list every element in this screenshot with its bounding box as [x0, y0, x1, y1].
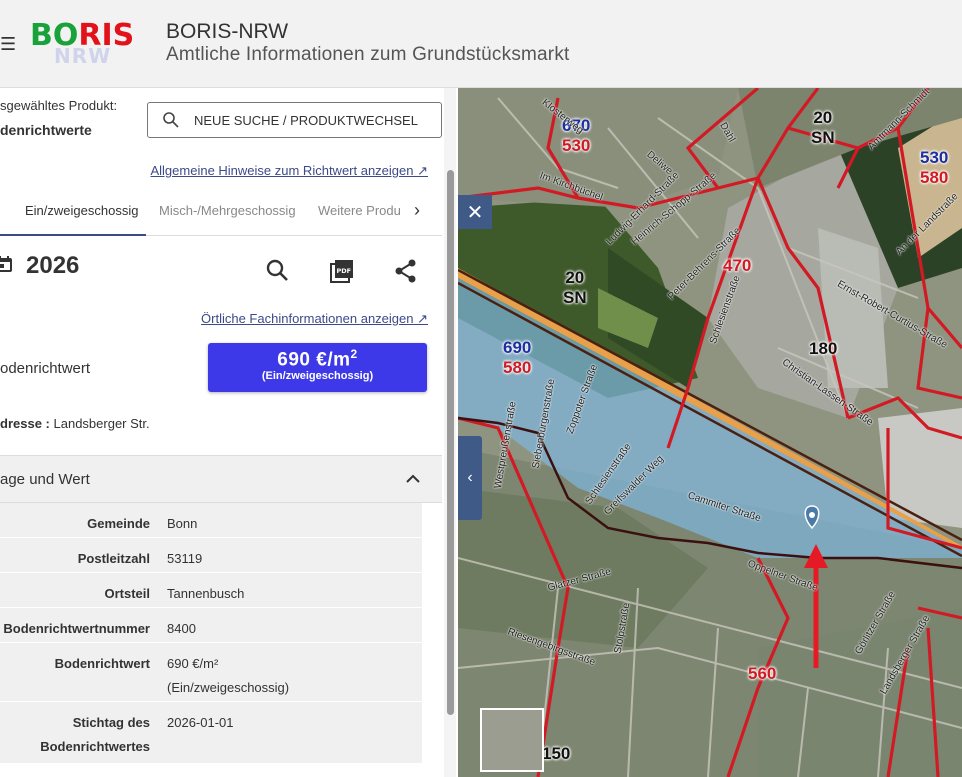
richtwert-sub: (Ein/zweigeschossig)	[261, 370, 374, 383]
close-icon: ✕	[466, 201, 484, 224]
label-single: 180	[809, 339, 838, 358]
map-value-label[interactable]: 690 580	[503, 338, 531, 378]
panel-scrollbar[interactable]	[444, 88, 456, 777]
detail-key: Bodenrichtwert	[54, 656, 150, 671]
map-value-label[interactable]: 20 SN	[811, 108, 835, 148]
address-label: dresse :	[0, 416, 50, 431]
scroll-thumb[interactable]	[447, 170, 454, 715]
section-title: age und Wert	[0, 471, 90, 488]
chevron-left-icon: ‹	[467, 469, 473, 486]
label-single: 470	[723, 256, 752, 275]
map-value-label[interactable]: 530 580	[920, 148, 948, 188]
richtwert-badge: 690 €/m2 (Ein/zweigeschossig)	[208, 343, 427, 392]
label-bottom: SN	[811, 128, 835, 147]
chevron-right-icon[interactable]: ›	[414, 200, 420, 221]
app-header: ☰ BORIS NRW BORIS-NRW Amtliche Informati…	[0, 0, 962, 88]
tab-ein-zweigeschossig[interactable]: Ein/zweigeschossig	[0, 192, 146, 236]
hint-link[interactable]: Allgemeine Hinweise zum Richtwert anzeig…	[150, 163, 428, 179]
tab-bar: Ein/zweigeschossig Misch-/Mehrgeschossig…	[0, 192, 442, 236]
map-view[interactable]: 670 530 20 SN 530 580 20 SN 470 690 580 180 5…	[458, 88, 962, 777]
table-row: Postleitzahl 53119	[0, 538, 422, 573]
detail-value-line1: 690 €/m²	[167, 656, 219, 671]
detail-value: 53119	[167, 551, 203, 566]
product-label: sgewähltes Produkt:	[0, 98, 118, 113]
app-subtitle: Amtliche Informationen zum Grundstücksma…	[166, 44, 570, 65]
detail-value: Bonn	[167, 516, 198, 531]
detail-value: 690 €/m² (Ein/zweigeschossig)	[167, 652, 289, 700]
app-title: BORIS-NRW	[166, 20, 289, 43]
richtwert-label: odenrichtwert	[0, 360, 91, 377]
product-name: denrichtwerte	[0, 122, 92, 138]
details-table: Gemeinde Bonn Postleitzahl 53119 Ortstei…	[0, 503, 422, 764]
label-bottom: 580	[503, 358, 532, 377]
boris-logo[interactable]: BORIS NRW	[30, 18, 150, 68]
tab-weitere-produkte[interactable]: Weitere Produ	[318, 192, 401, 236]
minimap-layer-toggle[interactable]	[480, 708, 544, 772]
share-icon[interactable]	[393, 258, 419, 284]
label-top: 530	[920, 148, 949, 167]
table-row: Bodenrichtwertnummer 8400	[0, 608, 422, 643]
detail-key: Bodenrichtwertnummer	[3, 621, 150, 636]
logo-sub: NRW	[54, 44, 112, 68]
chevron-up-icon[interactable]	[404, 470, 422, 488]
section-header-lage-wert[interactable]: age und Wert	[0, 455, 442, 503]
new-search-label: NEUE SUCHE / PRODUKTWECHSEL	[194, 112, 418, 128]
table-row: Bodenrichtwert 690 €/m² (Ein/zweigeschoss…	[0, 643, 422, 702]
label-top: 690	[503, 338, 532, 357]
new-search-button[interactable]: NEUE SUCHE / PRODUKTWECHSEL	[147, 102, 442, 138]
map-value-label[interactable]: 470	[723, 256, 751, 276]
map-value-label[interactable]: 180	[809, 339, 837, 359]
detail-key: Stichtag des Bodenrichtwertes	[0, 711, 150, 759]
info-panel: sgewähltes Produkt: denrichtwerte NEUE S…	[0, 88, 458, 777]
label-single: 560	[748, 664, 777, 683]
label-bottom: 530	[562, 136, 591, 155]
calendar-icon[interactable]	[0, 254, 14, 274]
table-row: Stichtag des Bodenrichtwertes 2026-01-01	[0, 702, 422, 764]
pdf-icon[interactable]: PDF	[329, 258, 355, 284]
richtwert-value-text: 690 €/m	[277, 349, 351, 371]
detail-key: Gemeinde	[87, 516, 150, 531]
svg-text:PDF: PDF	[337, 267, 352, 275]
detail-value: 2026-01-01	[167, 715, 234, 730]
detail-key-line2: Bodenrichtwertes	[40, 739, 150, 754]
address-line: dresse : Landsberger Str.	[0, 416, 150, 431]
richtwert-value-sup: 2	[350, 347, 358, 361]
detail-value-line2: (Ein/zweigeschossig)	[167, 680, 290, 695]
label-bottom: SN	[563, 288, 587, 307]
table-row: Ortsteil Tannenbusch	[0, 573, 422, 608]
richtwert-value: 690 €/m2	[208, 347, 427, 371]
detail-key: Ortsteil	[104, 586, 150, 601]
map-canvas[interactable]	[458, 88, 962, 777]
label-bottom: 580	[920, 168, 949, 187]
map-value-label[interactable]: 150	[542, 744, 570, 764]
address-value: Landsberger Str.	[53, 416, 150, 431]
search-icon	[163, 112, 179, 128]
menu-icon[interactable]: ☰	[0, 34, 16, 55]
tab-misch-mehrgeschossig[interactable]: Misch-/Mehrgeschossig	[159, 192, 296, 236]
detail-value: 8400	[167, 621, 196, 636]
label-top: 20	[565, 268, 585, 287]
detail-key-line1: Stichtag des	[72, 715, 150, 730]
table-row: Gemeinde Bonn	[0, 503, 422, 538]
detail-key: Postleitzahl	[77, 551, 150, 566]
map-value-label[interactable]: 20 SN	[563, 268, 587, 308]
label-single: 150	[542, 744, 571, 763]
label-top: 20	[813, 108, 833, 127]
map-value-label[interactable]: 560	[748, 664, 776, 684]
fachinfo-link[interactable]: Örtliche Fachinformationen anzeigen ↗	[201, 311, 428, 327]
year-row: 2026 PDF	[0, 248, 442, 288]
detail-value: Tannenbusch	[167, 586, 245, 601]
year-value: 2026	[26, 252, 80, 279]
collapse-panel-button[interactable]: ‹	[458, 436, 482, 520]
zoom-search-icon[interactable]	[265, 258, 291, 284]
close-panel-button[interactable]: ✕	[458, 195, 492, 229]
